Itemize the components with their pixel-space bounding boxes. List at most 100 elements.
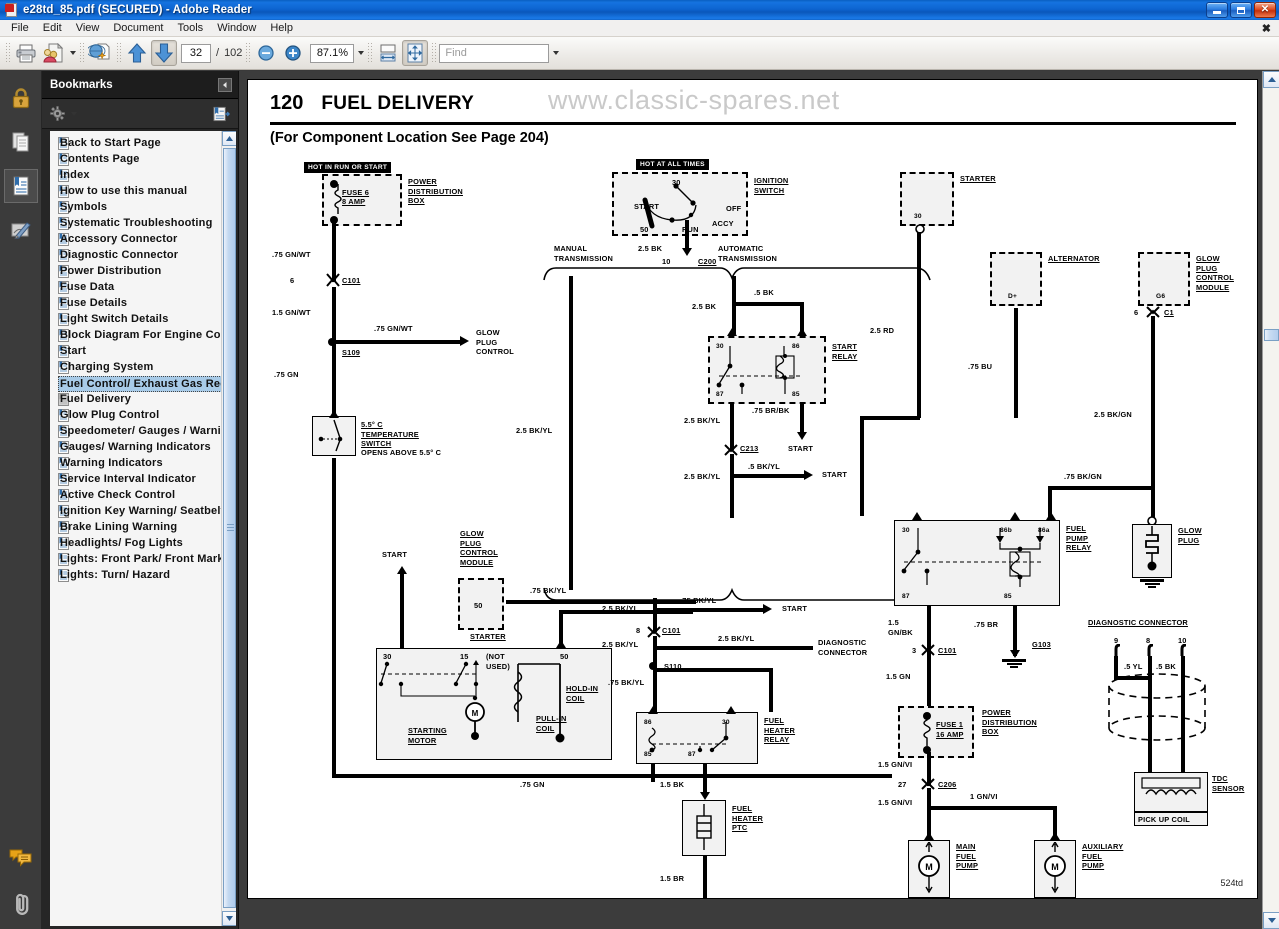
- pages-icon[interactable]: [4, 125, 38, 159]
- zoom-out-button[interactable]: [253, 40, 279, 66]
- create-pdf-button[interactable]: [87, 40, 113, 66]
- document-scrollbar[interactable]: [1262, 71, 1279, 929]
- fit-width-button[interactable]: [375, 40, 401, 66]
- bookmark-item[interactable]: How to use this manual: [58, 183, 219, 199]
- fuel-heater-relay-internals: [638, 714, 756, 762]
- bookmark-item[interactable]: Fuel Control/ Exhaust Gas Recirculation: [58, 375, 219, 391]
- bookmark-item[interactable]: Start: [58, 343, 219, 359]
- bookmark-item[interactable]: Lights: Turn/ Hazard: [58, 567, 219, 583]
- collapse-panel-button[interactable]: [218, 78, 232, 92]
- wire-alternator-bu: [1014, 308, 1018, 418]
- menu-edit[interactable]: Edit: [36, 21, 69, 35]
- attachments-icon[interactable]: [4, 887, 38, 921]
- toolbar-grip[interactable]: [5, 42, 10, 64]
- ign-50-arrow: [682, 248, 692, 256]
- doc-scroll-thumb[interactable]: [1264, 329, 1279, 341]
- expand-bookmark-button[interactable]: [213, 106, 230, 122]
- wire-starter-rd: [917, 232, 921, 418]
- transmission-bracket: [542, 266, 932, 282]
- doc-scroll-up-button[interactable]: [1263, 71, 1279, 88]
- zoom-in-button[interactable]: [280, 40, 306, 66]
- bookmark-item[interactable]: Lights: Front Park/ Front Marker/ Tail: [58, 551, 219, 567]
- menu-window[interactable]: Window: [210, 21, 263, 35]
- doc-scroll-down-button[interactable]: [1263, 912, 1279, 929]
- bookmark-label: Ignition Key Warning/ Seatbelt Warning: [58, 504, 221, 518]
- find-input[interactable]: Find: [439, 44, 549, 63]
- bookmark-item[interactable]: Brake Lining Warning: [58, 519, 219, 535]
- toolbar-grip-5[interactable]: [367, 42, 372, 64]
- maximize-button[interactable]: [1230, 2, 1252, 18]
- bookmark-item[interactable]: Service Interval Indicator: [58, 471, 219, 487]
- bookmark-item[interactable]: Contents Page: [58, 151, 219, 167]
- bookmark-item[interactable]: Fuse Details: [58, 295, 219, 311]
- bookmark-item[interactable]: Charging System: [58, 359, 219, 375]
- signatures-icon[interactable]: [4, 213, 38, 247]
- bookmark-item[interactable]: Fuel Delivery: [58, 391, 219, 407]
- bookmark-item[interactable]: Fuse Data: [58, 279, 219, 295]
- bookmark-item[interactable]: Speedometer/ Gauges / Warning Indicators: [58, 423, 219, 439]
- bookmarks-icon[interactable]: [4, 169, 38, 203]
- bookmark-label: Charging System: [58, 360, 155, 374]
- toolbar-grip-2[interactable]: [79, 42, 84, 64]
- minimize-button[interactable]: [1206, 2, 1228, 18]
- document-scroll-area[interactable]: www.classic-spares.net 120 FUEL DELIVERY…: [239, 71, 1262, 929]
- menu-document[interactable]: Document: [106, 21, 170, 35]
- wire-label-27: 1 GN/VI: [970, 792, 998, 802]
- bookmarks-scroll-up-button[interactable]: [222, 131, 236, 146]
- find-dropdown-caret[interactable]: [553, 51, 559, 55]
- wire-gnvi-h: [927, 806, 1057, 810]
- zoom-dropdown-caret[interactable]: [358, 51, 364, 55]
- bookmarks-list[interactable]: Back to Start PageContents PageIndexHow …: [50, 131, 236, 926]
- toolbar-grip-4[interactable]: [245, 42, 250, 64]
- wire-label-25: 1.5 GN/VI: [878, 760, 912, 770]
- bookmark-options-caret[interactable]: [71, 112, 77, 116]
- bookmark-item[interactable]: Warning Indicators: [58, 455, 219, 471]
- menu-help[interactable]: Help: [263, 21, 300, 35]
- bookmark-item[interactable]: Symbols: [58, 199, 219, 215]
- bookmarks-scroll-down-button[interactable]: [222, 911, 236, 926]
- fit-page-button[interactable]: [402, 40, 428, 66]
- bookmarks-scrollbar[interactable]: [221, 131, 236, 926]
- toolbar-grip-3[interactable]: [116, 42, 121, 64]
- alternator-label: ALTERNATOR: [1048, 254, 1100, 264]
- page-number-input[interactable]: 32: [181, 44, 211, 63]
- bookmark-item[interactable]: Headlights/ Fog Lights: [58, 535, 219, 551]
- bookmark-item[interactable]: Glow Plug Control: [58, 407, 219, 423]
- close-button[interactable]: ✕: [1254, 2, 1276, 18]
- bookmark-item[interactable]: Power Distribution: [58, 263, 219, 279]
- bookmark-item[interactable]: Systematic Troubleshooting: [58, 215, 219, 231]
- gpcm-top-label: GLOW PLUG CONTROL MODULE: [1196, 254, 1234, 292]
- bookmark-item[interactable]: Diagnostic Connector: [58, 247, 219, 263]
- fpr-86a-arrow: [1046, 512, 1056, 520]
- security-lock-icon[interactable]: [4, 81, 38, 115]
- bookmark-item[interactable]: Back to Start Page: [58, 135, 219, 151]
- previous-page-button[interactable]: [124, 40, 150, 66]
- menu-view[interactable]: View: [69, 21, 107, 35]
- window-title-bar[interactable]: e28td_85.pdf (SECURED) - Adobe Reader ✕: [0, 0, 1279, 20]
- bookmark-item[interactable]: Active Check Control: [58, 487, 219, 503]
- expand-bookmark-icon: [213, 106, 230, 122]
- wire-bkyl-start: [655, 608, 765, 612]
- menu-file[interactable]: File: [4, 21, 36, 35]
- menu-tools[interactable]: Tools: [171, 21, 211, 35]
- bookmark-item[interactable]: Index: [58, 167, 219, 183]
- comments-icon[interactable]: [4, 841, 38, 875]
- s109-label: S109: [342, 348, 360, 358]
- zoom-level-input[interactable]: 87.1%: [310, 44, 354, 63]
- next-page-button[interactable]: [151, 40, 177, 66]
- wire-label-19: 2.5 RD: [870, 326, 894, 336]
- print-button[interactable]: [13, 40, 39, 66]
- gpcm-term-g6: G6: [1156, 292, 1165, 302]
- bookmark-item[interactable]: Gauges/ Warning Indicators: [58, 439, 219, 455]
- bookmark-item[interactable]: Ignition Key Warning/ Seatbelt Warning: [58, 503, 219, 519]
- bookmark-item[interactable]: Accessory Connector: [58, 231, 219, 247]
- bookmark-label: Fuse Details: [58, 296, 129, 310]
- toolbar-grip-6[interactable]: [431, 42, 436, 64]
- bookmark-item[interactable]: Light Switch Details: [58, 311, 219, 327]
- email-dropdown-caret[interactable]: [70, 51, 76, 55]
- email-button[interactable]: [40, 40, 66, 66]
- bookmark-item[interactable]: Block Diagram For Engine Controls: [58, 327, 219, 343]
- bookmark-options-button[interactable]: [50, 106, 77, 121]
- bookmarks-scroll-thumb[interactable]: [223, 148, 236, 908]
- close-document-icon[interactable]: ✖: [1262, 22, 1271, 35]
